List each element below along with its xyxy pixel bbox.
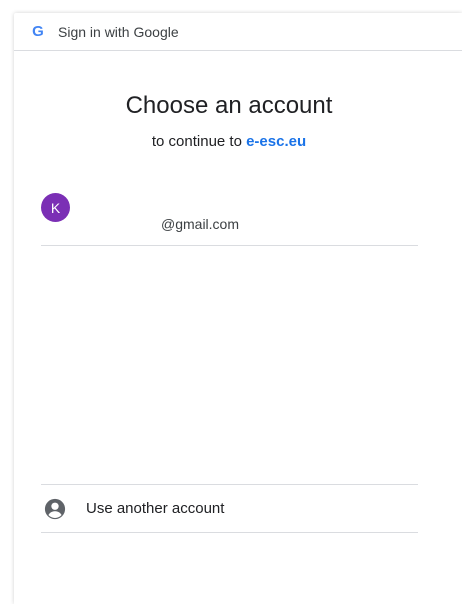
account-list-item[interactable]: K @gmail.com [41, 184, 418, 246]
page-title: Choose an account [125, 92, 333, 119]
page-subtitle: to continue to e-esc.eu [0, 133, 458, 150]
subtitle-prefix: to continue to [151, 133, 247, 150]
app-link[interactable]: e-esc.eu [246, 133, 306, 150]
account-email: @gmail.com [161, 216, 240, 232]
use-another-account-label: Use another account [86, 500, 225, 517]
titlebar: G Sign in with Google [14, 13, 462, 51]
avatar: K [41, 193, 70, 222]
use-another-account-button[interactable]: Use another account [41, 485, 418, 533]
window-title: Sign in with Google [58, 23, 179, 40]
account-circle-icon [44, 498, 66, 519]
google-g-icon: G [32, 23, 44, 40]
